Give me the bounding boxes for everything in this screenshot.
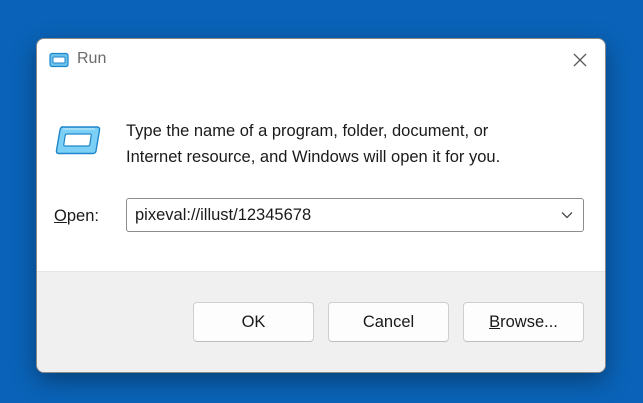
ok-button[interactable]: OK [193, 302, 314, 342]
description-line-2: Internet resource, and Windows will open… [126, 148, 501, 166]
browse-button[interactable]: Browse... [463, 302, 584, 342]
run-icon [49, 52, 69, 68]
close-icon [573, 53, 587, 67]
open-input[interactable] [135, 199, 545, 231]
button-bar: OK Cancel Browse... [37, 271, 605, 372]
close-button[interactable] [555, 39, 605, 81]
window-title: Run [77, 50, 107, 67]
title-bar[interactable]: Run [37, 39, 605, 81]
description-line-1: Type the name of a program, folder, docu… [126, 122, 489, 140]
run-dialog: Run Type the name of a program, folder, … [36, 38, 606, 373]
open-dropdown-button[interactable] [551, 199, 583, 231]
description-text: Type the name of a program, folder, docu… [126, 118, 586, 170]
cancel-button[interactable]: Cancel [328, 302, 449, 342]
run-icon [55, 126, 101, 155]
open-label-rest: pen: [66, 207, 99, 225]
open-label: Open: [54, 207, 99, 226]
browse-accelerator: B [489, 312, 501, 331]
browse-label-rest: rowse... [500, 312, 558, 331]
chevron-down-icon [561, 212, 573, 219]
open-combobox[interactable] [126, 198, 584, 232]
open-label-accelerator: O [54, 207, 67, 225]
